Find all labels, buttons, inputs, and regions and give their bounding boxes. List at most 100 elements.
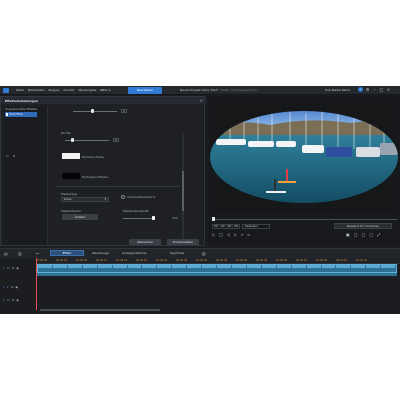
stop-icon[interactable]: □ <box>219 232 223 237</box>
cut-icon[interactable]: ✂ <box>36 251 39 256</box>
timeline-playhead[interactable] <box>36 258 37 310</box>
redo-icon[interactable]: ↷ <box>107 88 110 93</box>
lock-icon[interactable]: ⊡ <box>12 298 15 302</box>
undo-redo: ↶ ↷ <box>100 88 115 93</box>
track-number: 1 <box>3 285 5 289</box>
preview-playhead[interactable] <box>212 217 215 221</box>
lock-icon[interactable]: ⊡ <box>11 285 14 289</box>
undo-icon[interactable]: ↶ <box>100 88 103 93</box>
ruler-mark: 00:00:36 <box>216 259 228 262</box>
ruler-mark: 00:00:56 <box>316 259 328 262</box>
menu-view[interactable]: Ansicht <box>63 88 74 92</box>
slider-1-thumb[interactable] <box>91 109 94 113</box>
divider <box>55 186 180 187</box>
render-icon[interactable]: ▧ <box>202 251 206 256</box>
panel-footer: Abbrechen Zurücksetzen <box>129 239 199 245</box>
timeline-scrollbar[interactable] <box>40 309 160 311</box>
menu-playback[interactable]: Wiedergabe <box>78 88 96 92</box>
mask-opacity-thumb[interactable] <box>152 216 155 220</box>
visibility-icon[interactable]: ◉ <box>16 266 19 270</box>
video-track-icon: ▭ <box>6 298 10 302</box>
lock-icon[interactable]: ⊡ <box>12 266 15 270</box>
ruler-mark: 00:00:20 <box>136 259 148 262</box>
effect-settings-panel: Effekteinstellungen × Angewendete Effekt… <box>0 96 206 246</box>
monitor-icon[interactable]: ▢ <box>362 232 366 237</box>
clip-icon[interactable]: ▥ <box>18 251 22 256</box>
preview-scrubber[interactable] <box>212 217 398 221</box>
maximize-icon[interactable]: □ <box>379 87 384 92</box>
panel-scroll-thumb[interactable] <box>182 171 184 211</box>
preview-image <box>210 103 398 211</box>
intensity-label: Dichte <box>61 131 71 135</box>
mute-icon[interactable]: ◉ <box>15 285 18 289</box>
camera-icon[interactable]: ▣ <box>346 232 350 237</box>
fast-forward-icon[interactable]: » <box>241 232 243 237</box>
audio-track-icon: ♪ <box>6 285 9 289</box>
menu-plugins[interactable]: Plugins <box>49 88 60 92</box>
panel-title: Effekteinstellungen <box>5 99 39 103</box>
effect-tab[interactable]: Effekt <box>50 250 84 256</box>
snapshot-icon[interactable]: ▫ <box>247 232 250 237</box>
close-icon[interactable]: × <box>386 87 391 92</box>
background-color-swatch[interactable] <box>62 173 80 179</box>
clip-thumbnails <box>38 265 397 272</box>
account-menu[interactable]: Ihre Marke Menü <box>325 88 350 92</box>
prev-frame-icon[interactable]: ◁ <box>227 232 230 237</box>
edit-mode-button[interactable]: Bearbeiten <box>128 87 162 94</box>
intensity-cap[interactable]: A <box>113 138 119 142</box>
play-icon[interactable]: ▷ <box>212 232 215 237</box>
auto-checkbox[interactable]: Automatisierbar(?) <box>121 195 155 199</box>
info-icon[interactable]: i <box>358 87 363 92</box>
ruler-mark: 00:00:48 <box>276 259 288 262</box>
cancel-button[interactable]: Abbrechen <box>129 239 161 245</box>
slider-1[interactable]: A <box>73 108 133 114</box>
menu-edit[interactable]: Bearbeiten <box>28 88 44 92</box>
ruler-mark: 00:00:24 <box>156 259 168 262</box>
mask-type-value: Kreis <box>64 197 72 201</box>
move-up-icon[interactable]: ▫ <box>6 153 9 158</box>
settings-icon[interactable]: ⚙ <box>365 87 370 92</box>
video-clip[interactable] <box>37 264 397 273</box>
radio-icon[interactable] <box>121 195 125 199</box>
menu-file[interactable]: Datei <box>16 88 24 92</box>
menu-bar: Datei Bearbeiten Plugins Ansicht Wiederg… <box>16 88 107 92</box>
slider-1-track <box>73 111 117 112</box>
visibility-icon[interactable]: ◉ <box>16 298 19 302</box>
app-window: Datei Bearbeiten Plugins Ansicht Wiederg… <box>0 86 400 314</box>
panel-scrollbar[interactable] <box>182 133 184 239</box>
slider-1-cap[interactable]: A <box>121 109 127 113</box>
title-bar: Datei Bearbeiten Plugins Ansicht Wiederg… <box>0 86 400 95</box>
effect-item[interactable]: Vom Flim <box>5 112 37 117</box>
next-frame-icon[interactable]: ▷ <box>234 232 237 237</box>
panel-close-icon[interactable]: × <box>200 98 203 103</box>
timecode-display[interactable]: 00 ; 00 ; 00 ; 00 <box>212 224 241 229</box>
mask-texture-label: Maskentextur <box>61 209 82 213</box>
intensity-thumb[interactable] <box>71 138 74 142</box>
mask-opacity-track <box>123 218 155 219</box>
track-manager-icon[interactable]: ▤ <box>4 251 8 256</box>
tools-menu[interactable]: Werkzeuge <box>92 251 109 255</box>
intensity-slider[interactable]: A <box>65 137 125 143</box>
show-reduce-menu[interactable]: Anzeigen/Reduz. <box>122 251 147 255</box>
change-texture-button[interactable]: Ändern <box>62 214 98 220</box>
delete-icon[interactable]: ▫ <box>13 153 16 158</box>
ruler-mark: 00:01:00 <box>336 259 348 262</box>
ruler-mark: 00:00:00 <box>36 259 48 262</box>
frame-color-swatch[interactable] <box>62 153 80 159</box>
ruler-mark: 00:00:16 <box>116 259 128 262</box>
mask-type-label: Maskentyp <box>61 192 78 196</box>
view-select[interactable]: Sequenz <box>242 224 271 229</box>
zoom-select[interactable]: Passend für Vorschau <box>334 223 392 229</box>
minimize-icon[interactable]: – <box>372 87 377 92</box>
reset-button[interactable]: Zurücksetzen <box>167 239 199 245</box>
split-icon[interactable]: ▢ <box>354 232 358 237</box>
undock-icon[interactable]: ▢ <box>369 232 373 237</box>
ruler-mark: 00:00:12 <box>96 259 108 262</box>
audio-waveform[interactable] <box>37 273 397 276</box>
mask-type-select[interactable]: Kreis ▾ <box>61 197 109 202</box>
keyframe-menu[interactable]: Keyframe <box>170 251 184 255</box>
preview-frame <box>210 103 398 211</box>
track-header: 2 ▭ ⊡ ◉ <box>3 298 19 302</box>
project-note: (Fehlt: nicht gespeichert) <box>220 88 258 92</box>
fullscreen-icon[interactable]: ⤢ <box>377 232 380 237</box>
